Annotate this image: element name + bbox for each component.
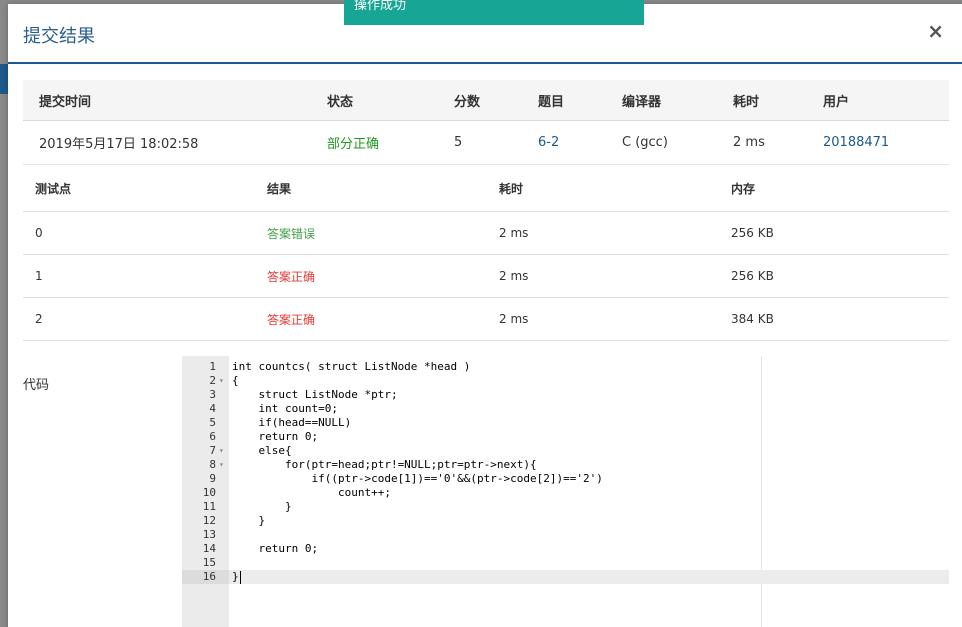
line-number: 14	[202, 542, 216, 555]
code-line[interactable]: 10 count++;	[182, 486, 949, 500]
code-line[interactable]: 4 int count=0;	[182, 402, 949, 416]
line-number: 9	[209, 472, 216, 485]
case-memory: 256 KB	[719, 254, 949, 298]
case-result: 答案错误	[255, 211, 487, 255]
fold-arrow-icon[interactable]: ▾	[219, 458, 224, 472]
line-number: 12	[202, 514, 216, 527]
case-id: 2	[23, 297, 255, 341]
submission-result-modal: 提交结果 × 提交时间 状态 分数 题目 编译器 耗时 用户 2019年5月17…	[8, 4, 962, 627]
code-line[interactable]: 13	[182, 528, 949, 542]
header-result: 结果	[255, 166, 487, 212]
header-test-point: 测试点	[23, 166, 255, 212]
cases-header-row: 测试点 结果 耗时 内存	[23, 166, 949, 212]
case-memory: 384 KB	[719, 297, 949, 341]
header-submit-time: 提交时间	[23, 80, 311, 121]
case-id: 1	[23, 254, 255, 298]
code-text: {	[232, 374, 239, 387]
code-text: int count=0;	[232, 402, 338, 415]
code-label: 代码	[23, 378, 50, 393]
code-editor[interactable]: 1 int countcs( struct ListNode *head ) 2 ▾{…	[182, 356, 949, 627]
fold-arrow-icon[interactable]: ▾	[219, 374, 224, 388]
code-text: }	[232, 514, 266, 527]
header-status: 状态	[311, 80, 438, 121]
code-text: else{	[232, 444, 292, 457]
line-number: 1	[209, 360, 216, 373]
table-row: 0 答案错误 2 ms 256 KB	[23, 211, 949, 255]
status-badge: 部分正确	[311, 120, 438, 165]
line-number: 6	[209, 430, 216, 443]
code-line[interactable]: 15	[182, 556, 949, 570]
case-memory: 256 KB	[719, 211, 949, 255]
score-value: 5	[438, 120, 522, 165]
header-compiler: 编译器	[606, 80, 717, 121]
header-memory: 内存	[719, 166, 949, 212]
background-nav-accent	[0, 64, 8, 94]
line-number: 16	[182, 570, 229, 584]
code-text: return 0;	[232, 430, 319, 443]
problem-link[interactable]: 6-2	[522, 120, 606, 165]
fold-arrow-icon[interactable]: ▾	[219, 444, 224, 458]
test-case-table: 测试点 结果 耗时 内存 0 答案错误 2 ms 256 KB 1 答案正确 2…	[23, 166, 949, 341]
line-number: 15	[202, 556, 216, 569]
submission-summary-table: 提交时间 状态 分数 题目 编译器 耗时 用户 2019年5月17日 18:02…	[23, 80, 949, 165]
code-text: if(head==NULL)	[232, 416, 352, 429]
duration-value: 2 ms	[717, 120, 807, 165]
code-line[interactable]: 7 ▾ else{	[182, 444, 949, 458]
user-link[interactable]: 20188471	[807, 120, 949, 165]
case-time: 2 ms	[487, 254, 719, 298]
submit-time: 2019年5月17日 18:02:58	[23, 120, 311, 165]
close-button[interactable]: ×	[927, 20, 944, 42]
code-line[interactable]: 6 return 0;	[182, 430, 949, 444]
code-text: return 0;	[232, 542, 319, 555]
code-line[interactable]: 16}	[182, 570, 949, 584]
summary-row: 2019年5月17日 18:02:58 部分正确 5 6-2 C (gcc) 2…	[23, 120, 949, 165]
code-text: }	[232, 570, 239, 583]
code-text: int countcs( struct ListNode *head )	[232, 360, 471, 373]
code-line[interactable]: 11 }	[182, 500, 949, 514]
line-number: 13	[202, 528, 216, 541]
case-id: 0	[23, 211, 255, 255]
code-text: struct ListNode *ptr;	[232, 388, 398, 401]
modal-title: 提交结果	[23, 26, 95, 47]
line-number: 4	[209, 402, 216, 415]
line-number: 3	[209, 388, 216, 401]
case-time: 2 ms	[487, 297, 719, 341]
text-cursor	[240, 571, 241, 584]
screen: 提交结果 × 提交时间 状态 分数 题目 编译器 耗时 用户 2019年5月17…	[0, 0, 962, 627]
table-row: 2 答案正确 2 ms 384 KB	[23, 297, 949, 341]
line-number: 11	[202, 500, 216, 513]
code-text: }	[232, 500, 292, 513]
line-number: 10	[202, 486, 216, 499]
code-line[interactable]: 8 ▾ for(ptr=head;ptr!=NULL;ptr=ptr->next)…	[182, 458, 949, 472]
summary-header-row: 提交时间 状态 分数 题目 编译器 耗时 用户	[23, 80, 949, 121]
code-line[interactable]: 9 if((ptr->code[1])=='0'&&(ptr->code[2])…	[182, 472, 949, 486]
compiler-value: C (gcc)	[606, 120, 717, 165]
header-problem: 题目	[522, 80, 606, 121]
code-line[interactable]: 1 int countcs( struct ListNode *head )	[182, 360, 949, 374]
code-line[interactable]: 12 }	[182, 514, 949, 528]
line-number: 5	[209, 416, 216, 429]
header-duration: 耗时	[717, 80, 807, 121]
header-time: 耗时	[487, 166, 719, 212]
code-line[interactable]: 14 return 0;	[182, 542, 949, 556]
code-text: count++;	[232, 486, 391, 499]
table-row: 1 答案正确 2 ms 256 KB	[23, 254, 949, 298]
code-line[interactable]: 2 ▾{	[182, 374, 949, 388]
code-line[interactable]: 5 if(head==NULL)	[182, 416, 949, 430]
header-user: 用户	[807, 80, 949, 121]
header-score: 分数	[438, 80, 522, 121]
case-result: 答案正确	[255, 297, 487, 341]
toast-notification: 操作成功	[344, 0, 644, 25]
case-result: 答案正确	[255, 254, 487, 298]
code-line[interactable]: 3 struct ListNode *ptr;	[182, 388, 949, 402]
case-time: 2 ms	[487, 211, 719, 255]
code-text: for(ptr=head;ptr!=NULL;ptr=ptr->next){	[232, 458, 537, 471]
code-text: if((ptr->code[1])=='0'&&(ptr->code[2])==…	[232, 472, 603, 485]
